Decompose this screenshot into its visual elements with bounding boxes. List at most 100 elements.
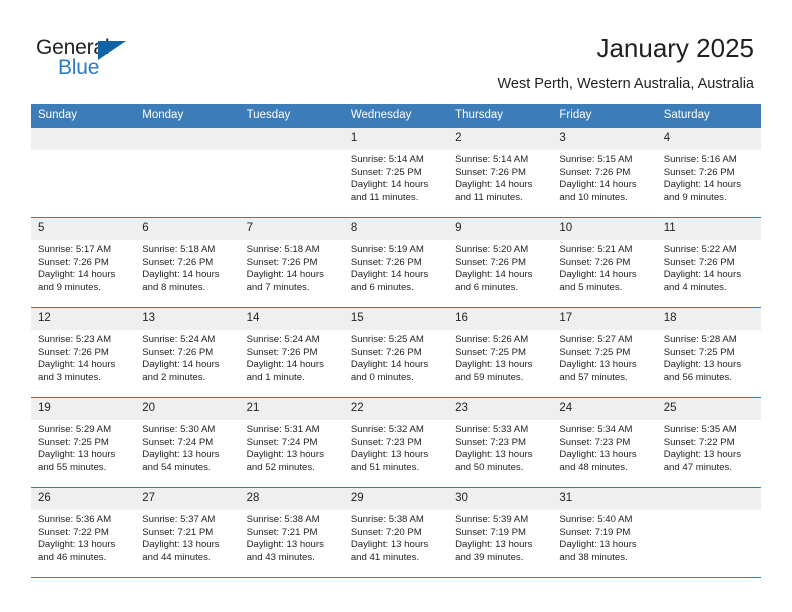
sunrise-text: Sunrise: 5:25 AM [350, 334, 424, 345]
day-info: Sunrise: 5:17 AM Sunset: 7:26 PM Dayligh… [31, 240, 135, 294]
day-cell[interactable]: 9 Sunrise: 5:20 AM Sunset: 7:26 PM Dayli… [448, 217, 553, 308]
sunset-text: Sunset: 7:26 PM [142, 256, 214, 268]
day-info: Sunrise: 5:14 AM Sunset: 7:25 PM Dayligh… [344, 150, 448, 204]
sunrise-text: Sunrise: 5:31 AM [246, 424, 320, 435]
day-cell[interactable]: 26 Sunrise: 5:36 AM Sunset: 7:22 PM Dayl… [31, 487, 136, 578]
day-cell[interactable]: 28 Sunrise: 5:38 AM Sunset: 7:21 PM Dayl… [239, 487, 344, 578]
day-cell[interactable]: 13 Sunrise: 5:24 AM Sunset: 7:26 PM Dayl… [135, 307, 240, 398]
general-blue-logo[interactable]: General Blue [36, 36, 146, 86]
weekday-header-row: Sunday Monday Tuesday Wednesday Thursday… [31, 104, 761, 128]
day-cell[interactable]: 29 Sunrise: 5:38 AM Sunset: 7:20 PM Dayl… [343, 487, 449, 578]
sunset-text: Sunset: 7:19 PM [559, 526, 631, 538]
day-number: 2 [448, 128, 553, 150]
day-cell[interactable]: 15 Sunrise: 5:25 AM Sunset: 7:26 PM Dayl… [343, 307, 449, 398]
weekday-header-sunday: Sunday [31, 104, 136, 128]
day-cell[interactable]: 18 Sunrise: 5:28 AM Sunset: 7:25 PM Dayl… [656, 307, 761, 398]
day-number: 16 [448, 308, 553, 330]
day-cell[interactable]: 5 Sunrise: 5:17 AM Sunset: 7:26 PM Dayli… [31, 217, 136, 308]
sunrise-text: Sunrise: 5:18 AM [142, 244, 216, 255]
day-number: 10 [552, 218, 657, 240]
day-cell[interactable]: 22 Sunrise: 5:32 AM Sunset: 7:23 PM Dayl… [343, 397, 449, 488]
sunrise-text: Sunrise: 5:35 AM [663, 424, 737, 435]
weekday-header-saturday: Saturday [656, 104, 761, 128]
day-cell[interactable]: 4 Sunrise: 5:16 AM Sunset: 7:26 PM Dayli… [656, 127, 761, 218]
sunrise-text: Sunrise: 5:22 AM [663, 244, 737, 255]
day-info: Sunrise: 5:25 AM Sunset: 7:26 PM Dayligh… [344, 330, 448, 384]
day-cell[interactable]: 31 Sunrise: 5:40 AM Sunset: 7:19 PM Dayl… [552, 487, 657, 578]
sunset-text: Sunset: 7:26 PM [350, 256, 422, 268]
sunset-text: Sunset: 7:21 PM [142, 526, 214, 538]
day-cell[interactable]: 25 Sunrise: 5:35 AM Sunset: 7:22 PM Dayl… [656, 397, 761, 488]
day-cell[interactable]: 1 Sunrise: 5:14 AM Sunset: 7:25 PM Dayli… [343, 127, 449, 218]
sunset-text: Sunset: 7:25 PM [455, 346, 527, 358]
day-cell[interactable]: 14 Sunrise: 5:24 AM Sunset: 7:26 PM Dayl… [239, 307, 344, 398]
daylight-text: Daylight: 14 hours and 0 minutes. [350, 359, 429, 383]
daylight-text: Daylight: 14 hours and 3 minutes. [38, 359, 116, 383]
daylight-text: Daylight: 13 hours and 43 minutes. [246, 539, 324, 563]
daylight-text: Daylight: 13 hours and 41 minutes. [350, 539, 429, 563]
calendar-week-row: 26 Sunrise: 5:36 AM Sunset: 7:22 PM Dayl… [31, 487, 761, 578]
day-number: 6 [135, 218, 240, 240]
daylight-text: Daylight: 14 hours and 11 minutes. [455, 179, 533, 203]
sunrise-text: Sunrise: 5:26 AM [455, 334, 529, 345]
sunset-text: Sunset: 7:25 PM [38, 436, 109, 448]
daylight-text: Daylight: 13 hours and 50 minutes. [455, 449, 533, 473]
day-number [135, 128, 240, 150]
day-info: Sunrise: 5:31 AM Sunset: 7:24 PM Dayligh… [240, 420, 344, 474]
sunrise-text: Sunrise: 5:23 AM [38, 334, 112, 345]
sunrise-text: Sunrise: 5:19 AM [350, 244, 424, 255]
day-cell[interactable]: 7 Sunrise: 5:18 AM Sunset: 7:26 PM Dayli… [239, 217, 344, 308]
day-info: Sunrise: 5:35 AM Sunset: 7:22 PM Dayligh… [657, 420, 761, 474]
sunrise-text: Sunrise: 5:40 AM [559, 514, 633, 525]
daylight-text: Daylight: 13 hours and 39 minutes. [455, 539, 533, 563]
day-number: 14 [239, 308, 344, 330]
day-info: Sunrise: 5:23 AM Sunset: 7:26 PM Dayligh… [31, 330, 135, 384]
sunrise-text: Sunrise: 5:36 AM [38, 514, 112, 525]
day-number: 11 [656, 218, 761, 240]
daylight-text: Daylight: 14 hours and 4 minutes. [663, 269, 742, 293]
sunset-text: Sunset: 7:25 PM [559, 346, 631, 358]
day-cell [31, 127, 136, 218]
sunset-text: Sunset: 7:23 PM [350, 436, 422, 448]
day-cell[interactable]: 16 Sunrise: 5:26 AM Sunset: 7:25 PM Dayl… [448, 307, 553, 398]
day-number: 15 [343, 308, 449, 330]
sunset-text: Sunset: 7:19 PM [455, 526, 527, 538]
daylight-text: Daylight: 13 hours and 44 minutes. [142, 539, 220, 563]
day-cell[interactable]: 11 Sunrise: 5:22 AM Sunset: 7:26 PM Dayl… [656, 217, 761, 308]
sunset-text: Sunset: 7:25 PM [350, 166, 422, 178]
sunrise-text: Sunrise: 5:28 AM [663, 334, 737, 345]
daylight-text: Daylight: 14 hours and 9 minutes. [663, 179, 742, 203]
day-cell[interactable]: 21 Sunrise: 5:31 AM Sunset: 7:24 PM Dayl… [239, 397, 344, 488]
day-cell[interactable]: 12 Sunrise: 5:23 AM Sunset: 7:26 PM Dayl… [31, 307, 136, 398]
daylight-text: Daylight: 13 hours and 55 minutes. [38, 449, 116, 473]
day-cell[interactable]: 24 Sunrise: 5:34 AM Sunset: 7:23 PM Dayl… [552, 397, 657, 488]
sunrise-text: Sunrise: 5:30 AM [142, 424, 216, 435]
day-number [656, 488, 761, 510]
day-cell[interactable]: 10 Sunrise: 5:21 AM Sunset: 7:26 PM Dayl… [552, 217, 657, 308]
day-cell[interactable]: 6 Sunrise: 5:18 AM Sunset: 7:26 PM Dayli… [135, 217, 240, 308]
day-cell[interactable]: 3 Sunrise: 5:15 AM Sunset: 7:26 PM Dayli… [552, 127, 657, 218]
day-cell[interactable]: 19 Sunrise: 5:29 AM Sunset: 7:25 PM Dayl… [31, 397, 136, 488]
day-cell[interactable]: 27 Sunrise: 5:37 AM Sunset: 7:21 PM Dayl… [135, 487, 240, 578]
sunrise-text: Sunrise: 5:33 AM [455, 424, 529, 435]
day-cell[interactable]: 20 Sunrise: 5:30 AM Sunset: 7:24 PM Dayl… [135, 397, 240, 488]
sunrise-text: Sunrise: 5:21 AM [559, 244, 633, 255]
daylight-text: Daylight: 14 hours and 1 minute. [246, 359, 324, 383]
day-cell[interactable]: 17 Sunrise: 5:27 AM Sunset: 7:25 PM Dayl… [552, 307, 657, 398]
day-cell[interactable]: 8 Sunrise: 5:19 AM Sunset: 7:26 PM Dayli… [343, 217, 449, 308]
day-info: Sunrise: 5:28 AM Sunset: 7:25 PM Dayligh… [657, 330, 761, 384]
sunrise-text: Sunrise: 5:32 AM [350, 424, 424, 435]
daylight-text: Daylight: 13 hours and 51 minutes. [350, 449, 429, 473]
day-number: 20 [135, 398, 240, 420]
day-info: Sunrise: 5:30 AM Sunset: 7:24 PM Dayligh… [135, 420, 239, 474]
day-cell[interactable]: 2 Sunrise: 5:14 AM Sunset: 7:26 PM Dayli… [448, 127, 553, 218]
day-number: 9 [448, 218, 553, 240]
day-number: 29 [343, 488, 449, 510]
day-number: 18 [656, 308, 761, 330]
day-number: 8 [343, 218, 449, 240]
sunrise-text: Sunrise: 5:18 AM [246, 244, 320, 255]
day-cell[interactable]: 30 Sunrise: 5:39 AM Sunset: 7:19 PM Dayl… [448, 487, 553, 578]
sunrise-text: Sunrise: 5:16 AM [663, 154, 737, 165]
logo-triangle-icon [98, 41, 126, 60]
day-cell[interactable]: 23 Sunrise: 5:33 AM Sunset: 7:23 PM Dayl… [448, 397, 553, 488]
